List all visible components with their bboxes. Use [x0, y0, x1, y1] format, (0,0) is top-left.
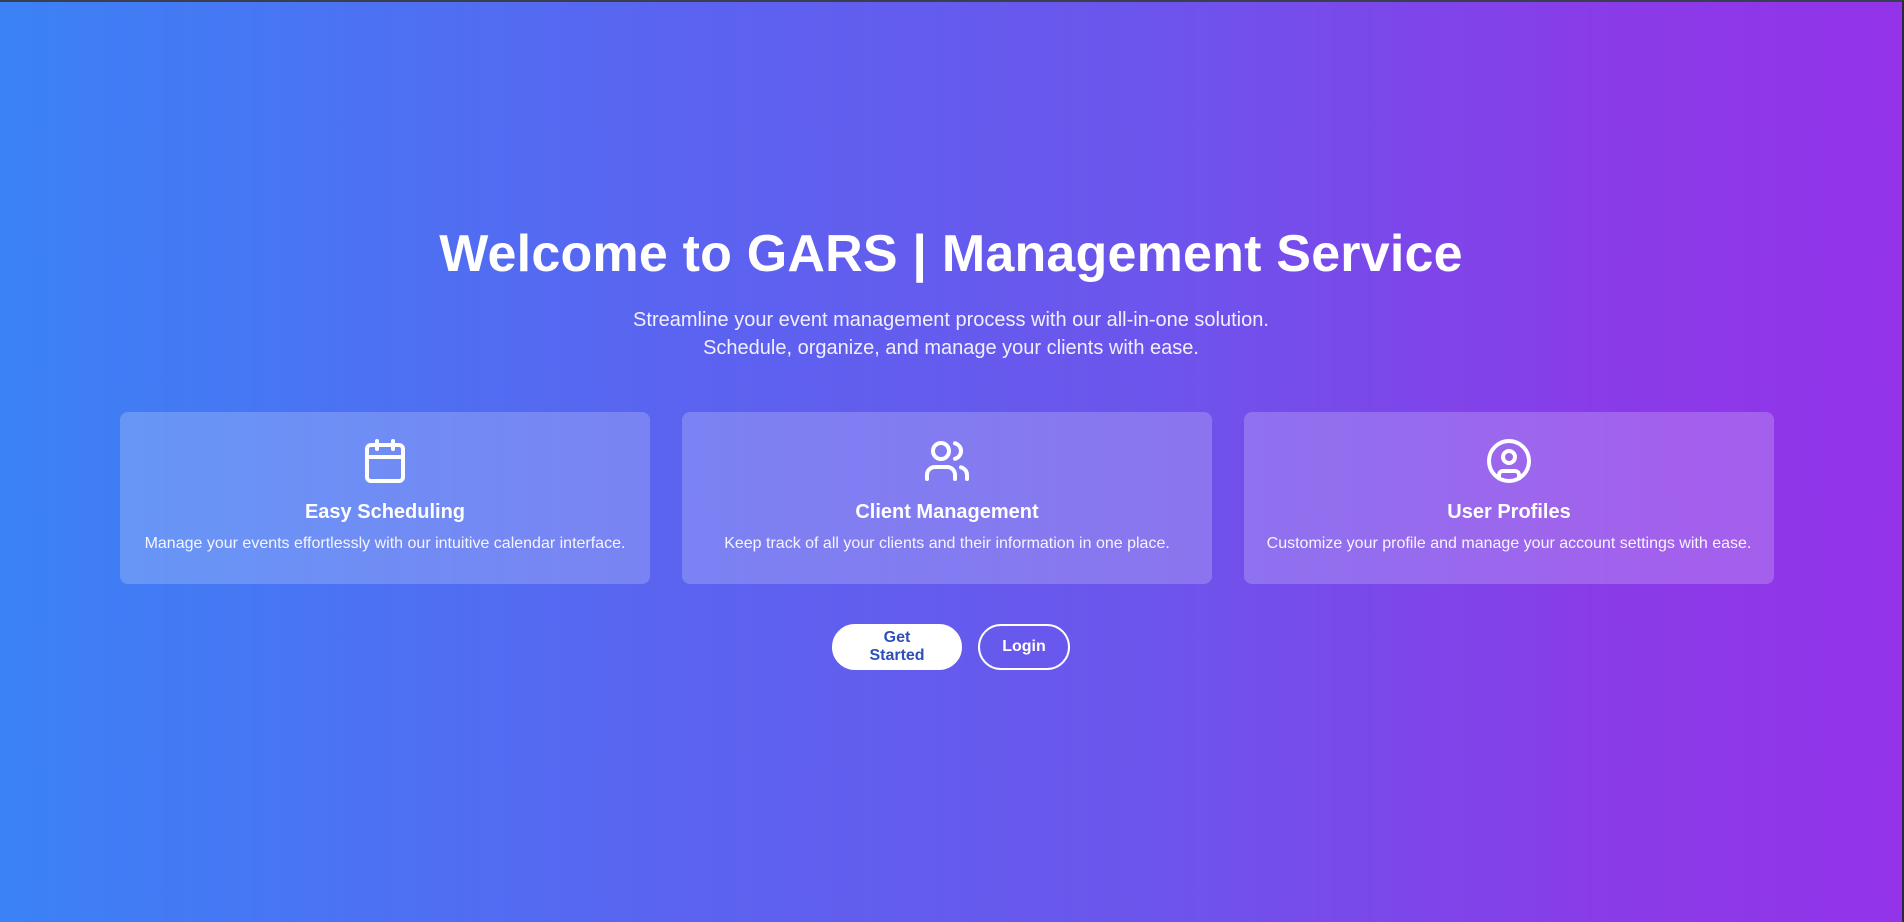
feature-title: Easy Scheduling	[304, 501, 466, 523]
features-section: Easy Scheduling Manage your events effor…	[120, 412, 1774, 584]
feature-description: Manage your events effortlessly with our…	[144, 535, 626, 552]
calendar-icon	[361, 437, 409, 485]
landing-page: Welcome to GARS | Management Service Str…	[0, 0, 1904, 922]
feature-description: Keep track of all your clients and their…	[724, 535, 1170, 552]
user-circle-icon	[1485, 437, 1533, 485]
hero-subtitle-line-1: Streamline your event management process…	[633, 309, 1269, 331]
feature-title: Client Management	[855, 501, 1039, 523]
cta-actions: Get Started Login	[0, 624, 1902, 670]
users-icon	[923, 437, 971, 485]
page-title: Welcome to GARS | Management Service	[439, 225, 1463, 283]
hero-subtitle-line-2: Schedule, organize, and manage your clie…	[703, 337, 1199, 359]
feature-card-scheduling: Easy Scheduling Manage your events effor…	[120, 412, 650, 584]
hero-section: Welcome to GARS | Management Service Str…	[0, 222, 1902, 362]
feature-title: User Profiles	[1447, 501, 1571, 523]
feature-description: Customize your profile and manage your a…	[1266, 535, 1752, 552]
get-started-button[interactable]: Get Started	[832, 624, 962, 670]
hero-subtitle: Streamline your event management process…	[501, 306, 1401, 362]
feature-card-profiles: User Profiles Customize your profile and…	[1244, 412, 1774, 584]
feature-card-clients: Client Management Keep track of all your…	[682, 412, 1212, 584]
login-button[interactable]: Login	[978, 624, 1070, 670]
